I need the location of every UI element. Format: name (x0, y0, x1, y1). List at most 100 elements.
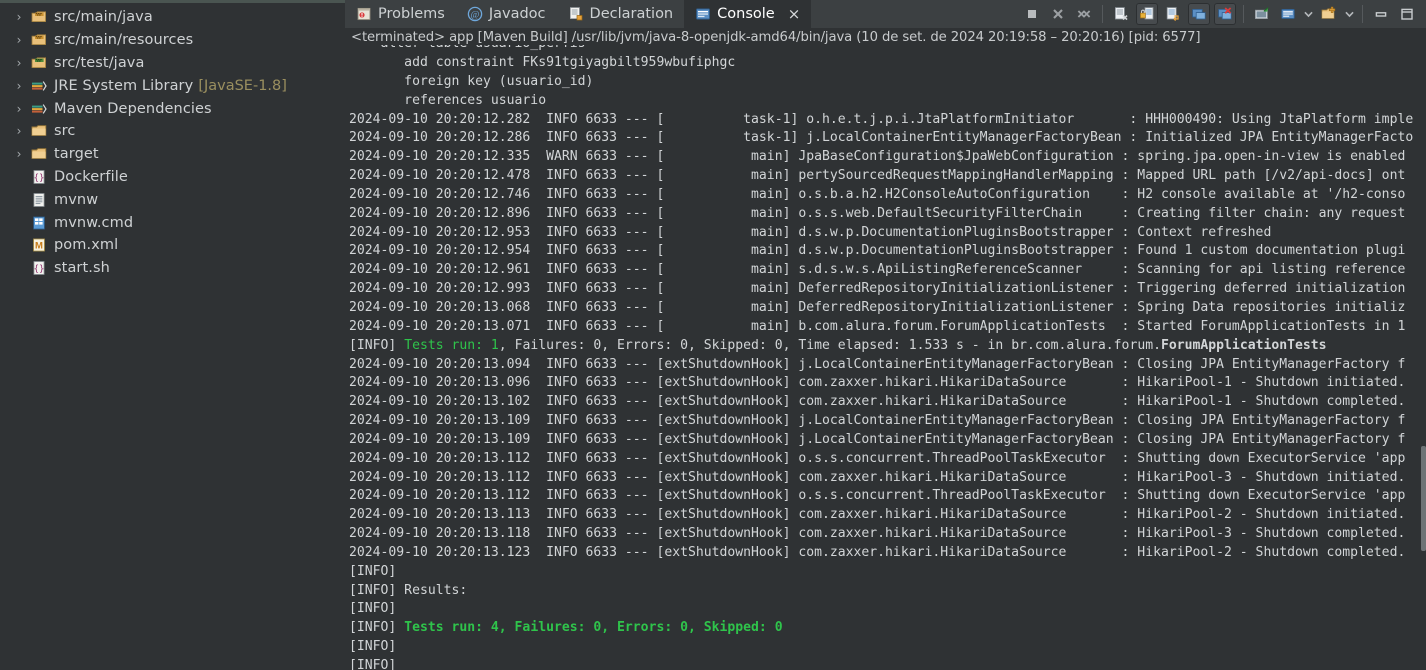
test-package-folder-icon (28, 55, 50, 71)
tree-item-pom-xml[interactable]: ›Mpom.xml (0, 234, 345, 257)
console-icon (695, 6, 711, 22)
folder-icon (28, 123, 50, 139)
tree-item-label: Dockerfile (54, 168, 128, 185)
tree-item-target[interactable]: › target (0, 143, 345, 166)
svg-text:@: @ (470, 10, 479, 20)
tree-item-label: JRE System Library (54, 77, 194, 94)
console-log-line: 2024-09-10 20:20:13.118 INFO 6633 --- [e… (349, 526, 1406, 542)
cmd-file-icon (28, 215, 50, 231)
tab-javadoc[interactable]: @ Javadoc (456, 0, 557, 28)
svg-text:{}: {} (34, 265, 45, 275)
word-wrap-button[interactable] (1162, 3, 1184, 25)
tree-item-mvnw[interactable]: ›mvnw (0, 188, 345, 211)
console-log-line: [INFO] Tests run: 4, Failures: 0, Errors… (349, 619, 1426, 638)
tree-item-label: mvnw.cmd (54, 214, 134, 231)
tab-console[interactable]: Console × (684, 0, 812, 28)
display-console-menu-button[interactable] (1301, 3, 1316, 25)
tree-item-label: Maven Dependencies (54, 100, 212, 117)
console-log-line: 2024-09-10 20:20:13.112 INFO 6633 --- [e… (349, 450, 1406, 466)
bottom-view-stack: Problems @ Javadoc Declaration Console × <ter… (345, 0, 1426, 670)
console-log-segment: , Failures: 0, Errors: 0, Skipped: 0, Ti… (498, 337, 1161, 353)
console-log-line: references usuario (349, 92, 547, 108)
library-icon (28, 78, 50, 94)
console-vertical-scrollbar[interactable] (1421, 446, 1426, 551)
tab-label: Problems (378, 6, 445, 22)
console-log-line: 2024-09-10 20:20:13.109 INFO 6633 --- [e… (349, 413, 1406, 429)
chevron-right-icon[interactable]: › (10, 102, 28, 116)
console-log-segment: alter table usuario_perfis (349, 45, 1426, 54)
tree-item-mvnw-cmd[interactable]: ›mvnw.cmd (0, 211, 345, 234)
tab-label: Declaration (589, 6, 674, 22)
tree-item-start-sh[interactable]: ›{}start.sh (0, 257, 345, 280)
maximize-view-button[interactable] (1394, 3, 1420, 25)
chevron-right-icon[interactable]: › (10, 10, 28, 24)
console-view[interactable]: <terminated> app [Maven Build] /usr/lib/… (345, 28, 1426, 670)
open-console-menu-button[interactable] (1342, 3, 1357, 25)
tree-item-label: target (54, 146, 99, 163)
open-console-button[interactable] (1318, 3, 1340, 25)
package-folder-icon (28, 32, 50, 48)
console-view-toolbar[interactable] (1019, 0, 1426, 28)
chevron-right-icon[interactable]: › (10, 124, 28, 138)
tree-item-src-main-java[interactable]: › src/main/java (0, 6, 345, 29)
tree-item-src-main-resources[interactable]: › src/main/resources (0, 29, 345, 52)
text-file-icon (28, 192, 50, 208)
console-log-line: 2024-09-10 20:20:12.954 INFO 6633 --- [ … (349, 243, 1406, 259)
console-log-output[interactable]: alter table usuario_perfis add constrain… (345, 45, 1426, 670)
display-console-button[interactable] (1277, 3, 1299, 25)
chevron-right-icon[interactable]: › (10, 56, 28, 70)
chevron-right-icon[interactable]: › (10, 147, 28, 161)
toolbar-separator (1102, 5, 1103, 23)
console-log-line: add constraint FKs91tgiyagbilt959wbufiph… (349, 55, 736, 70)
tree-item-label: src (54, 123, 76, 140)
clear-console-button[interactable] (1110, 3, 1132, 25)
show-console-on-output-button[interactable] (1188, 3, 1210, 25)
console-log-line: 2024-09-10 20:20:13.102 INFO 6633 --- [e… (349, 394, 1406, 410)
console-log-line: 2024-09-10 20:20:13.071 INFO 6633 --- [ … (349, 318, 1406, 334)
package-folder-icon (28, 9, 50, 25)
remove-all-terminated-button[interactable] (1073, 3, 1095, 25)
minimize-view-button[interactable] (1368, 3, 1394, 25)
tree-item-jre-system-library[interactable]: › JRE System Library [JavaSE-1.8] (0, 74, 345, 97)
eclipse-ide-window: › src/main/java › src/main/resources › src/te… (0, 0, 1426, 670)
console-log-line: [INFO] Tests run: 1, Failures: 0, Errors… (349, 337, 1426, 356)
console-log-line: 2024-09-10 20:20:12.282 INFO 6633 --- [ … (349, 111, 1414, 127)
console-log-line: 2024-09-10 20:20:12.478 INFO 6633 --- [ … (349, 168, 1406, 184)
console-log-segment: ForumApplicationTests (1160, 337, 1327, 353)
console-log-line: 2024-09-10 20:20:12.961 INFO 6633 --- [ … (349, 262, 1406, 278)
console-log-line: alter table usuario_perfis (349, 45, 1426, 54)
console-log-segment: Tests run: 4, Failures: 0, Errors: 0, Sk… (404, 620, 783, 636)
tree-item-maven-dependencies[interactable]: › Maven Dependencies (0, 97, 345, 120)
tab-problems[interactable]: Problems (345, 0, 456, 28)
console-log-line: 2024-09-10 20:20:13.094 INFO 6633 --- [e… (349, 356, 1406, 372)
console-log-line: 2024-09-10 20:20:13.112 INFO 6633 --- [e… (349, 469, 1406, 485)
pin-console-button[interactable] (1251, 3, 1273, 25)
tab-label: Console (717, 6, 775, 22)
console-log-line: [INFO] (349, 658, 397, 670)
console-log-line: 2024-09-10 20:20:13.112 INFO 6633 --- [e… (349, 488, 1406, 504)
tab-declaration[interactable]: Declaration (557, 0, 685, 28)
show-console-on-error-button[interactable] (1214, 3, 1236, 25)
terminate-button[interactable] (1021, 3, 1043, 25)
console-log-line: [INFO] (349, 639, 397, 655)
chevron-right-icon[interactable]: › (10, 79, 28, 93)
tree-item-suffix: [JavaSE-1.8] (198, 77, 287, 94)
shell-script-file-icon: {} (28, 260, 50, 276)
scroll-lock-button[interactable] (1136, 3, 1158, 25)
close-icon[interactable]: × (788, 5, 801, 23)
folder-icon (28, 146, 50, 162)
project-explorer-tree[interactable]: › src/main/java › src/main/resources › src/te… (0, 0, 345, 670)
tree-item-src-test-java[interactable]: › src/test/java (0, 52, 345, 75)
toolbar-separator (1243, 5, 1244, 23)
tree-item-label: mvnw (54, 191, 99, 208)
tree-item-label: src/main/java (54, 9, 153, 26)
tree-item-label: pom.xml (54, 237, 119, 254)
remove-launch-button[interactable] (1047, 3, 1069, 25)
tree-item-src[interactable]: › src (0, 120, 345, 143)
tree-item-dockerfile[interactable]: ›{}Dockerfile (0, 166, 345, 189)
console-log-line: 2024-09-10 20:20:12.746 INFO 6633 --- [ … (349, 186, 1406, 202)
problems-icon (356, 6, 372, 22)
chevron-right-icon[interactable]: › (10, 33, 28, 47)
console-log-line: 2024-09-10 20:20:12.993 INFO 6633 --- [ … (349, 281, 1406, 297)
console-log-line: 2024-09-10 20:20:12.953 INFO 6633 --- [ … (349, 224, 1272, 240)
